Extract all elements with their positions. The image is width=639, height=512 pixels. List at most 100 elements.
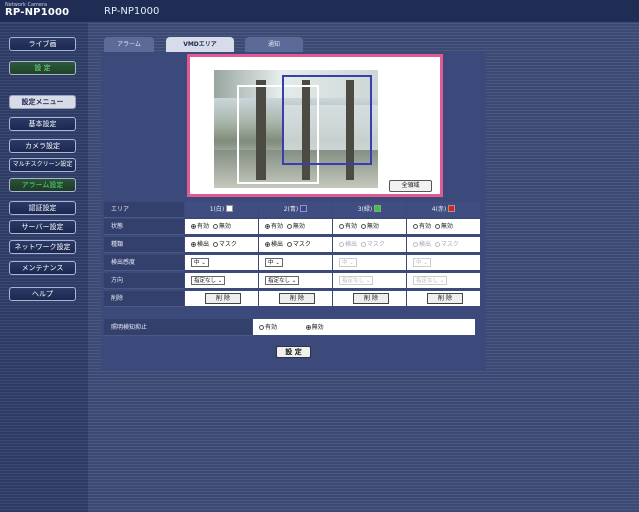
brand-logo: Network Camera RP-NP1000 — [5, 3, 69, 18]
direction-label: 方向 — [104, 273, 184, 289]
area-3-type[interactable]: 検出 マスク — [332, 237, 406, 253]
sidebar-item-camera[interactable]: カメラ設定 — [9, 139, 76, 153]
sidebar-item-multiscreen[interactable]: マルチスクリーン設定 — [9, 158, 76, 172]
option-disabled: 無効 — [292, 223, 305, 230]
area-1-sensitivity: 中 ⌄ — [184, 255, 258, 271]
area-4-direction: 指定なし ⌄ — [406, 273, 480, 289]
radio-icon[interactable] — [191, 224, 196, 229]
area-1-header: 1(白) — [184, 202, 258, 218]
sidebar-item-maintenance[interactable]: メンテナンス — [9, 261, 76, 275]
radio-icon[interactable] — [339, 242, 344, 247]
select-value: 中 — [268, 260, 274, 266]
page-title: RP-NP1000 — [104, 6, 160, 17]
option-enabled: 有効 — [419, 223, 432, 230]
select-value: 指定なし — [342, 278, 365, 284]
option-disabled: 無効 — [311, 324, 324, 331]
radio-icon[interactable] — [434, 224, 440, 229]
radio-icon[interactable] — [286, 242, 292, 247]
sidebar-item-basic[interactable]: 基本設定 — [9, 117, 76, 131]
radio-icon[interactable] — [339, 224, 344, 229]
radio-icon[interactable] — [413, 242, 418, 247]
area-4-status[interactable]: 有効 無効 — [406, 219, 480, 235]
sidebar-item-server[interactable]: サーバー設定 — [9, 220, 76, 234]
radio-icon[interactable] — [265, 242, 270, 247]
area-3-delete: 削 除 — [332, 291, 406, 307]
delete-button[interactable]: 削 除 — [427, 293, 463, 304]
direction-select[interactable]: 指定なし ⌄ — [265, 276, 300, 285]
tab-alarm[interactable]: アラーム — [104, 37, 154, 52]
option-mask: マスク — [366, 241, 385, 248]
sensitivity-select[interactable]: 中 ⌄ — [265, 258, 283, 267]
area-2-header: 2(青) — [258, 202, 332, 218]
radio-icon[interactable] — [360, 242, 366, 247]
option-disabled: 無効 — [218, 223, 231, 230]
area-2-type[interactable]: 検出 マスク — [258, 237, 332, 253]
area-1-type[interactable]: 検出 マスク — [184, 237, 258, 253]
settings-button[interactable]: 設 定 — [9, 61, 76, 75]
area-2-status[interactable]: 有効 無効 — [258, 219, 332, 235]
sensitivity-select[interactable]: 中 ⌄ — [339, 258, 357, 267]
area-1-color-swatch — [226, 205, 234, 212]
area-1-delete: 削 除 — [184, 291, 258, 307]
tab-notification[interactable]: 通知 — [245, 37, 303, 52]
area-2-sensitivity: 中 ⌄ — [258, 255, 332, 271]
radio-icon[interactable] — [265, 224, 270, 229]
delete-button[interactable]: 削 除 — [353, 293, 389, 304]
area-4-header: 4(赤) — [406, 202, 480, 218]
table-row: 種類 検出 マスク 検出 マスク 検出 マスク 検出 マスク — [104, 237, 480, 253]
area-3-color-swatch — [374, 205, 382, 212]
submit-settings-button[interactable]: 設 定 — [276, 346, 311, 358]
option-mask: マスク — [218, 241, 237, 248]
brand-model-text: RP-NP1000 — [5, 7, 70, 18]
sidebar-item-alarm[interactable]: アラーム設定 — [9, 178, 76, 192]
radio-icon[interactable] — [286, 224, 292, 229]
light-suppression-label: 照明検知抑止 — [104, 319, 252, 336]
radio-icon[interactable] — [212, 242, 218, 247]
all-area-button[interactable]: 全領域 — [389, 180, 432, 192]
tab-vmd-area[interactable]: VMDエリア — [166, 37, 234, 52]
select-value: 中 — [342, 260, 348, 266]
radio-icon[interactable] — [360, 224, 366, 229]
area-3-header: 3(緑) — [332, 202, 406, 218]
option-mask: マスク — [292, 241, 311, 248]
table-row: 削除 削 除 削 除 削 除 削 除 — [104, 291, 480, 307]
direction-select[interactable]: 指定なし ⌄ — [191, 276, 226, 285]
live-button[interactable]: ライブ画 — [9, 37, 76, 51]
option-detect: 検出 — [271, 241, 284, 248]
table-row: エリア 1(白) 2(青) 3(緑) 4(赤) — [104, 202, 480, 218]
area-3-direction: 指定なし ⌄ — [332, 273, 406, 289]
radio-icon[interactable] — [191, 242, 196, 247]
type-label: 種類 — [104, 237, 184, 253]
light-suppression-options[interactable]: 有効 無効 — [252, 319, 475, 336]
area-3-status[interactable]: 有効 無効 — [332, 219, 406, 235]
area-2-box[interactable] — [282, 75, 372, 165]
area-4-label: 4(赤) — [431, 206, 447, 213]
area-4-type[interactable]: 検出 マスク — [406, 237, 480, 253]
area-2-delete: 削 除 — [258, 291, 332, 307]
radio-icon[interactable] — [212, 224, 218, 229]
select-value: 中 — [194, 260, 200, 266]
sidebar-item-auth[interactable]: 認証設定 — [9, 201, 76, 215]
select-value: 指定なし — [268, 278, 291, 284]
direction-select[interactable]: 指定なし ⌄ — [339, 276, 374, 285]
settings-menu-heading: 設定メニュー — [9, 95, 76, 109]
status-label: 状態 — [104, 219, 184, 235]
area-1-label: 1(白) — [209, 206, 225, 213]
table-row: 検出感度 中 ⌄ 中 ⌄ 中 ⌄ 中 ⌄ — [104, 255, 480, 271]
option-detect: 検出 — [197, 241, 210, 248]
area-1-direction: 指定なし ⌄ — [184, 273, 258, 289]
radio-icon[interactable] — [259, 325, 264, 330]
help-button[interactable]: ヘルプ — [9, 287, 76, 301]
delete-button[interactable]: 削 除 — [205, 293, 241, 304]
direction-select[interactable]: 指定なし ⌄ — [413, 276, 448, 285]
sensitivity-select[interactable]: 中 ⌄ — [413, 258, 431, 267]
select-value: 指定なし — [416, 278, 439, 284]
radio-icon[interactable] — [434, 242, 440, 247]
sidebar-item-network[interactable]: ネットワーク設定 — [9, 240, 76, 254]
sensitivity-select[interactable]: 中 ⌄ — [191, 258, 209, 267]
radio-icon[interactable] — [413, 224, 418, 229]
area-header-label: エリア — [104, 202, 184, 218]
area-1-status[interactable]: 有効 無効 — [184, 219, 258, 235]
radio-icon[interactable] — [305, 325, 311, 330]
delete-button[interactable]: 削 除 — [279, 293, 315, 304]
